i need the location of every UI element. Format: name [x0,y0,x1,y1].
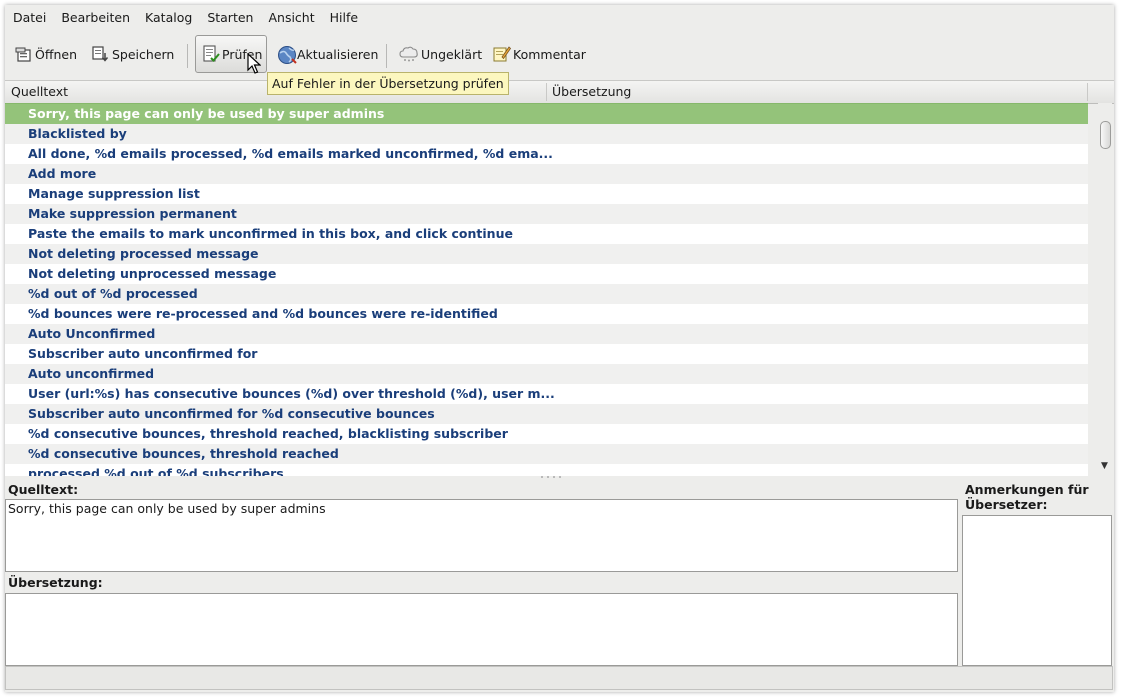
list-item[interactable]: Manage suppression list [5,184,1088,204]
toolbar-separator [187,44,188,68]
list-item[interactable]: Paste the emails to mark unconfirmed in … [5,224,1088,244]
source-text: Sorry, this page can only be used by sup… [8,501,326,516]
save-label: Speichern [112,46,175,62]
list-item[interactable]: User (url:%s) has consecutive bounces (%… [5,384,1088,404]
column-divider [1087,83,1088,101]
list-item[interactable]: %d consecutive bounces, threshold reache… [5,424,1088,444]
column-header-translation[interactable]: Übersetzung [552,81,631,103]
update-globe-icon [277,45,297,64]
toolbar: Öffnen Speichern Prüfen Aktualisieren Un… [5,32,1114,78]
app-window: Datei Bearbeiten Katalog Starten Ansicht… [5,5,1114,692]
list-item[interactable]: All done, %d emails processed, %d emails… [5,144,1088,164]
translation-text [6,594,957,596]
list-item[interactable]: Subscriber auto unconfirmed for %d conse… [5,404,1088,424]
scrollbar-thumb[interactable] [1100,121,1111,149]
validate-tooltip: Auf Fehler in der Übersetzung prüfen [267,72,509,95]
translation-label: Übersetzung: [8,575,103,590]
list-item[interactable]: %d out of %d processed [5,284,1088,304]
pane-resize-grip[interactable] [539,475,565,479]
notes-label: Anmerkungen für Übersetzer: [965,482,1089,512]
list-item[interactable]: Auto unconfirmed [5,364,1088,384]
source-label: Quelltext: [8,482,79,497]
open-folder-icon [15,45,33,63]
fuzzy-label: Ungeklärt [421,46,483,62]
list-item[interactable]: Not deleting unprocessed message [5,264,1088,284]
list-item[interactable]: Make suppression permanent [5,204,1088,224]
column-header-source[interactable]: Quelltext [11,81,68,103]
source-text-box[interactable]: Sorry, this page can only be used by sup… [5,499,958,572]
fuzzy-button[interactable]: Ungeklärt [399,35,482,73]
update-label: Aktualisieren [297,46,379,62]
list-item[interactable]: Subscriber auto unconfirmed for [5,344,1088,364]
notes-text-box[interactable] [962,515,1112,666]
save-button[interactable]: Speichern [92,35,174,73]
entry-list: Sorry, this page can only be used by sup… [5,103,1088,476]
menu-bar: Datei Bearbeiten Katalog Starten Ansicht… [5,5,1114,29]
list-item[interactable]: Add more [5,164,1088,184]
mouse-cursor-icon [247,53,261,74]
list-item[interactable]: %d consecutive bounces, threshold reache… [5,444,1088,464]
comment-pencil-icon [493,45,512,63]
fuzzy-cloud-icon [399,45,419,63]
translation-text-box[interactable] [5,593,958,666]
update-button[interactable]: Aktualisieren [277,35,378,73]
list-item[interactable]: Not deleting processed message [5,244,1088,264]
menu-catalog[interactable]: Katalog [137,10,199,25]
list-item[interactable]: Auto Unconfirmed [5,324,1088,344]
open-label: Öffnen [35,46,77,62]
notes-text [963,516,1111,518]
column-divider [546,83,547,101]
validate-check-icon [202,45,220,63]
menu-view[interactable]: Ansicht [260,10,321,25]
status-bar [5,666,1113,690]
list-header: Quelltext Übersetzung [5,80,1114,104]
menu-edit[interactable]: Bearbeiten [53,10,137,25]
menu-file[interactable]: Datei [5,10,53,25]
list-item[interactable]: Blacklisted by [5,124,1088,144]
list-scrollbar[interactable]: ▼ [1098,103,1112,476]
scroll-down-arrow-icon[interactable]: ▼ [1101,461,1108,471]
comment-button[interactable]: Kommentar [493,35,586,73]
menu-run[interactable]: Starten [199,10,260,25]
open-button[interactable]: Öffnen [15,35,77,73]
comment-label: Kommentar [513,46,586,62]
save-icon [92,45,110,63]
menu-help[interactable]: Hilfe [322,10,365,25]
list-item[interactable]: %d bounces were re-processed and %d boun… [5,304,1088,324]
toolbar-separator [386,44,387,68]
list-item[interactable]: Sorry, this page can only be used by sup… [5,103,1088,124]
